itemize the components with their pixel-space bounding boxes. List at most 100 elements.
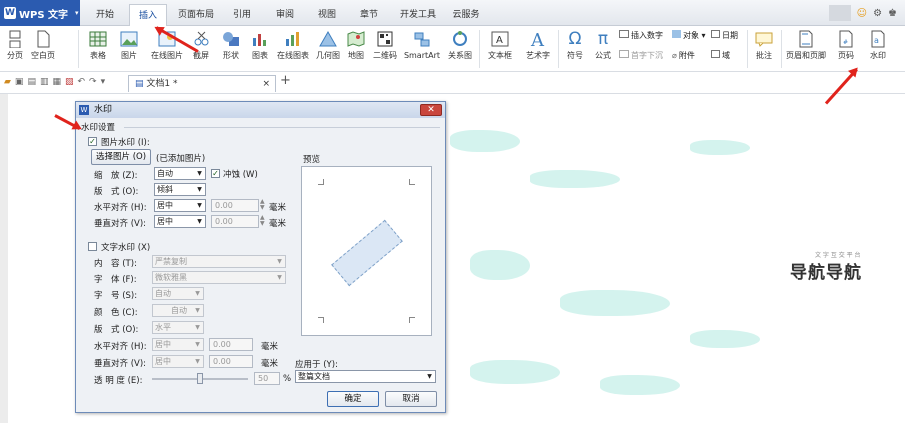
spinner-arrows-icon[interactable]: ▲ ▼ (260, 199, 265, 211)
tab-chapter[interactable]: 章节 (352, 4, 386, 26)
tab-home[interactable]: 开始 (88, 4, 122, 26)
halign-unit: 毫米 (269, 203, 287, 213)
blank-page-icon (37, 30, 50, 48)
valign-select[interactable]: 居中 ▼ (154, 215, 206, 228)
redo-icon[interactable]: ↷ (89, 77, 97, 87)
relation-button[interactable]: 关系图 (445, 28, 475, 62)
picture-watermark-checkbox[interactable]: ✓ (88, 137, 97, 146)
drop-cap-button[interactable]: 首字下沉 (619, 50, 663, 61)
transparency-slider-thumb[interactable] (197, 373, 203, 384)
shape-button[interactable]: 形状 (217, 28, 245, 62)
text-valign-select[interactable]: 居中 ▼ (152, 355, 204, 368)
close-tab-icon[interactable]: × (262, 76, 270, 92)
wordart-button[interactable]: A 艺术字 (520, 28, 556, 62)
halign-offset-input[interactable]: 0.00 (211, 199, 259, 212)
smiley-icon[interactable]: ☺ (857, 8, 867, 19)
apply-to-select[interactable]: 整篇文档 ▼ (295, 370, 436, 383)
text-watermark-checkbox[interactable] (88, 242, 97, 251)
field-button[interactable]: 域 (711, 50, 730, 61)
page-break-button[interactable]: 分页 (4, 28, 26, 62)
settings-icon[interactable]: ⚙ (873, 8, 882, 19)
valign-offset-input[interactable]: 0.00 (211, 215, 259, 228)
date-button[interactable]: 日期 (711, 30, 738, 41)
table-button[interactable]: 表格 (84, 28, 112, 62)
color-select[interactable]: 自动 ▼ (152, 304, 204, 317)
dialog-title: 水印 (94, 105, 113, 115)
window-controls: ☺ ⚙ ♚ (795, 0, 905, 26)
number-icon (619, 30, 629, 38)
new-tab-icon[interactable]: + (280, 73, 291, 88)
halign-select[interactable]: 居中 ▼ (154, 199, 206, 212)
chevron-down-icon: ▼ (197, 170, 202, 177)
open-folder-icon[interactable]: ▰ (4, 77, 11, 87)
screenshot-button[interactable]: 截屏 (189, 28, 213, 62)
textbox-button[interactable]: A 文本框 (483, 28, 517, 62)
shirt-skin-icon[interactable]: ♚ (888, 8, 897, 19)
save-as-icon[interactable]: ▤ (27, 77, 36, 87)
transparency-input[interactable]: 50 (254, 372, 280, 385)
object-button[interactable]: 对象 ▾ (672, 30, 706, 41)
screenshot-icon (194, 31, 209, 46)
picture-icon (120, 31, 138, 47)
svg-text:A: A (530, 30, 545, 48)
dialog-close-button[interactable]: ✕ (420, 104, 442, 116)
ribbon-separator (558, 30, 559, 68)
document-tab[interactable]: ▤ 文档1 * × (128, 75, 276, 92)
content-select[interactable]: 严禁复制 ▼ (152, 255, 286, 268)
scale-select[interactable]: 自动 ▼ (154, 167, 206, 180)
tab-reference[interactable]: 引用 (225, 4, 259, 26)
formula-button[interactable]: π 公式 (590, 28, 616, 62)
page-number-icon: # (839, 30, 853, 48)
geometry-button[interactable]: 几何图 (314, 28, 342, 62)
tab-cloud[interactable]: 云服务 (446, 4, 486, 26)
washout-label: 冲蚀 (W) (223, 170, 258, 180)
ribbon-separator (781, 30, 782, 68)
chevron-down-icon: ▼ (197, 202, 202, 209)
picture-button[interactable]: 图片 (114, 28, 144, 62)
choose-picture-button[interactable]: 选择图片 (O) (91, 149, 151, 165)
attachment-button[interactable]: ⌀ 附件 (672, 50, 695, 61)
qat-dropdown-icon[interactable]: ▾ (101, 77, 106, 87)
layout-select[interactable]: 倾斜 ▼ (154, 183, 206, 196)
watermark-button[interactable]: a 水印 (863, 28, 893, 62)
tab-view[interactable]: 视图 (310, 4, 344, 26)
tab-review[interactable]: 审阅 (268, 4, 302, 26)
dialog-title-bar[interactable]: W 水印 (76, 102, 445, 118)
text-halign-select[interactable]: 居中 ▼ (152, 338, 204, 351)
text-layout-select[interactable]: 水平 ▼ (152, 321, 204, 334)
header-footer-button[interactable]: 页眉和页脚 (783, 28, 829, 62)
text-halign-offset-input[interactable]: 0.00 (209, 338, 253, 351)
size-select[interactable]: 自动 ▼ (152, 287, 204, 300)
tab-insert[interactable]: 插入 (129, 4, 167, 26)
user-avatar-icon[interactable] (828, 5, 851, 21)
page-number-button[interactable]: # 页码 (832, 28, 860, 62)
symbol-button[interactable]: Ω 符号 (562, 28, 588, 62)
print-preview-icon[interactable]: ▦ (52, 77, 61, 87)
smartart-button[interactable]: SmartArt (402, 28, 442, 62)
ribbon-separator (747, 30, 748, 68)
tab-developer[interactable]: 开发工具 (393, 4, 443, 26)
map-button[interactable]: 地图 (344, 28, 368, 62)
washout-checkbox[interactable]: ✓ (211, 169, 220, 178)
export-pdf-icon[interactable]: ▧ (65, 77, 74, 87)
text-valign-offset-input[interactable]: 0.00 (209, 355, 253, 368)
undo-icon[interactable]: ↶ (78, 77, 86, 87)
font-select[interactable]: 微软雅黑 ▼ (152, 271, 286, 284)
tab-page-layout[interactable]: 页面布局 (171, 4, 221, 26)
chart-button[interactable]: 图表 (248, 28, 272, 62)
svg-text:a: a (874, 36, 879, 45)
spinner-arrows-icon[interactable]: ▲ ▼ (260, 215, 265, 227)
qrcode-button[interactable]: 二维码 (370, 28, 400, 62)
insert-number-button[interactable]: 插入数字 (619, 30, 663, 41)
save-icon[interactable]: ▣ (15, 77, 24, 87)
print-icon[interactable]: ▥ (40, 77, 49, 87)
app-menu-button[interactable]: W WPS 文字 ▾ (0, 0, 80, 26)
margin-corner-mark (318, 179, 324, 185)
ok-button[interactable]: 确定 (327, 391, 379, 407)
percent-sign: % (283, 374, 292, 384)
cancel-button[interactable]: 取消 (385, 391, 437, 407)
online-chart-button[interactable]: 在线图表 (274, 28, 312, 62)
blank-page-button[interactable]: 空白页 (28, 28, 58, 62)
comment-button[interactable]: 批注 (751, 28, 777, 62)
chevron-down-icon: ▼ (197, 186, 202, 193)
